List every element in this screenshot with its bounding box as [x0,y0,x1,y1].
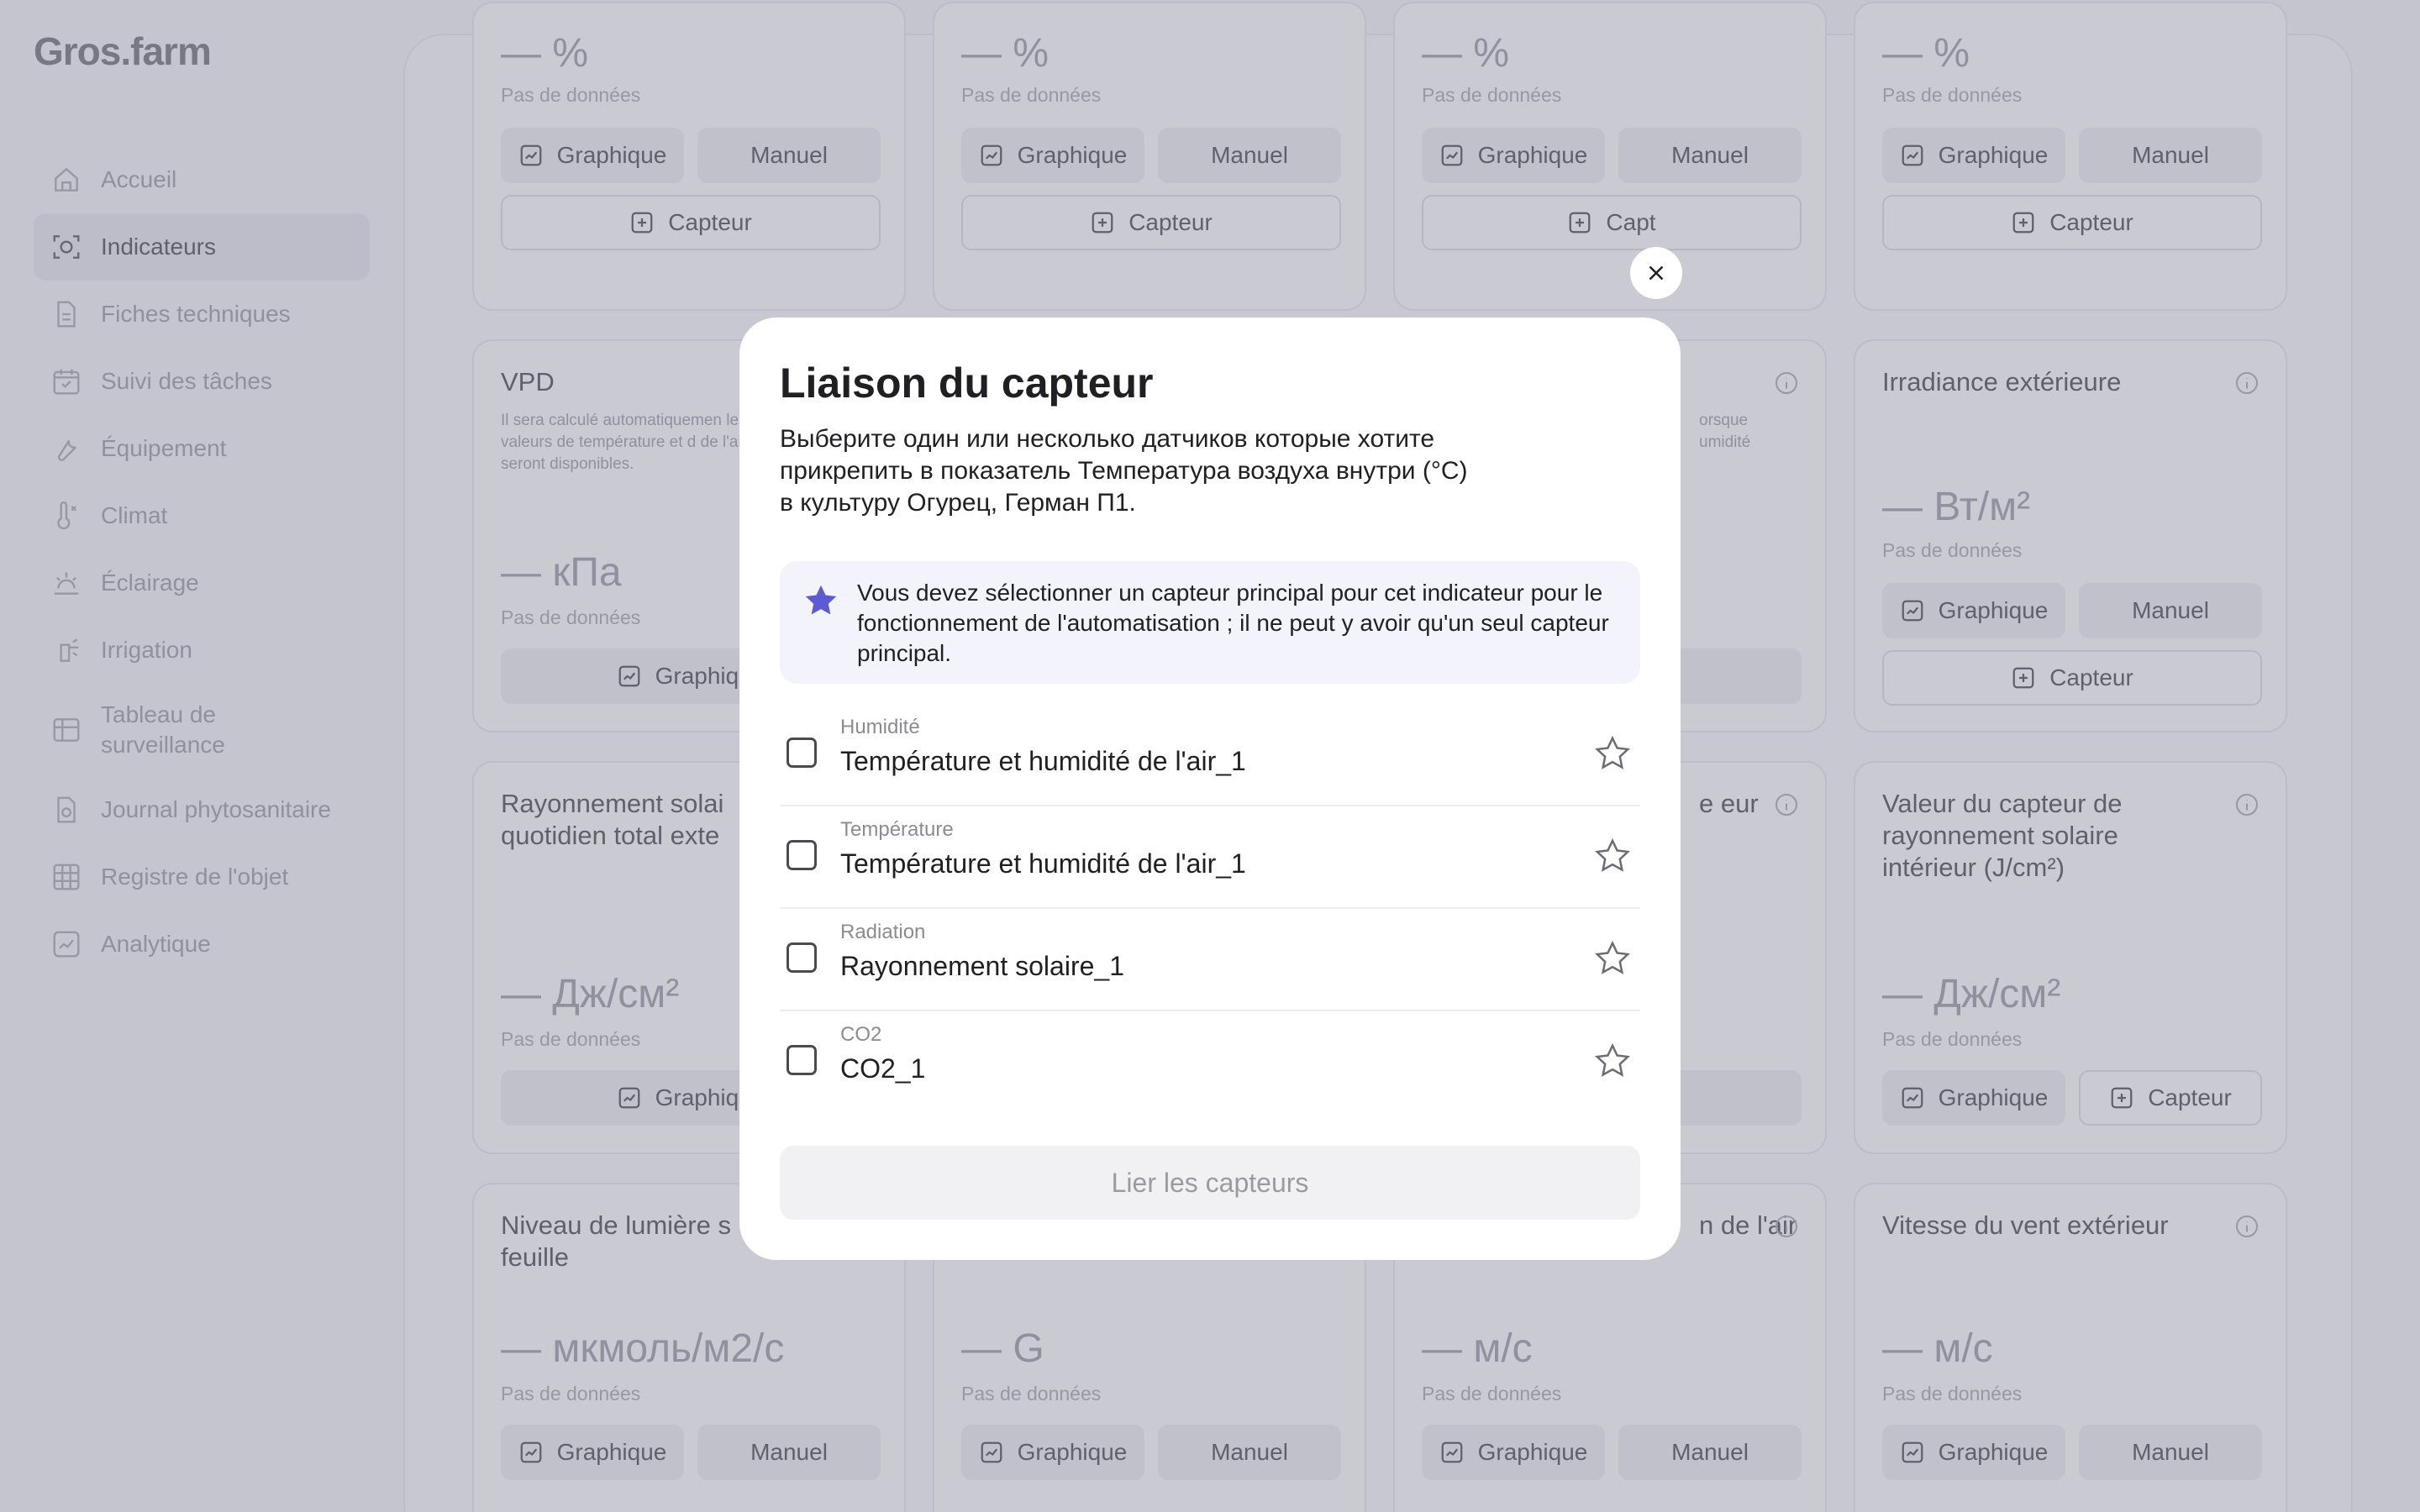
sensor-type: Radiation [840,921,926,943]
modal-subtitle-line: прикрепить в показатель Температура возд… [780,457,1468,485]
star-outline-icon[interactable] [1593,1042,1632,1080]
link-sensors-button[interactable]: Lier les capteurs [780,1146,1640,1220]
sensor-checkbox[interactable] [786,1045,817,1075]
app-root: Gros.farm Accueil Indicateurs Fiches tec… [0,0,2420,1512]
modal-subtitle-line: Выберите один или несколько датчиков кот… [780,425,1435,453]
sensor-type: CO2 [840,1023,882,1046]
sensor-name: CO2_1 [840,1053,926,1084]
sensor-type: Température [840,818,954,841]
sensor-name: Température et humidité de l'air_1 [840,848,1246,879]
modal-close-button[interactable] [1630,247,1682,299]
sensor-checkbox[interactable] [786,738,817,768]
main-sensor-notice: Vous devez sélectionner un capteur princ… [780,561,1640,684]
sensor-row[interactable]: Température Température et humidité de l… [780,806,1640,909]
star-filled-icon [805,585,837,615]
sensor-row[interactable]: Humidité Température et humidité de l'ai… [780,704,1640,806]
sensor-checkbox[interactable] [786,840,817,870]
sensor-name: Température et humidité de l'air_1 [840,746,1246,776]
sensor-list: Humidité Température et humidité de l'ai… [780,704,1640,1114]
sensor-link-modal: Liaison du capteur Выберите один или нес… [739,318,1681,1260]
star-outline-icon[interactable] [1593,939,1632,978]
sensor-row[interactable]: Radiation Rayonnement solaire_1 [780,909,1640,1011]
star-outline-icon[interactable] [1593,734,1632,773]
sensor-checkbox[interactable] [786,942,817,973]
close-icon [1649,265,1664,281]
star-outline-icon[interactable] [1593,837,1632,875]
sensor-name: Rayonnement solaire_1 [840,951,1124,981]
sensor-row[interactable]: CO2 CO2_1 [780,1011,1640,1114]
modal-subtitle-line: в культуру Огурец, Герман П1. [780,489,1136,517]
sensor-type: Humidité [840,716,920,738]
modal-subtitle: Выберите один или несколько датчиков кот… [780,423,1640,519]
modal-title: Liaison du capteur [780,360,1154,407]
notice-text: Vous devez sélectionner un capteur princ… [857,580,1609,666]
